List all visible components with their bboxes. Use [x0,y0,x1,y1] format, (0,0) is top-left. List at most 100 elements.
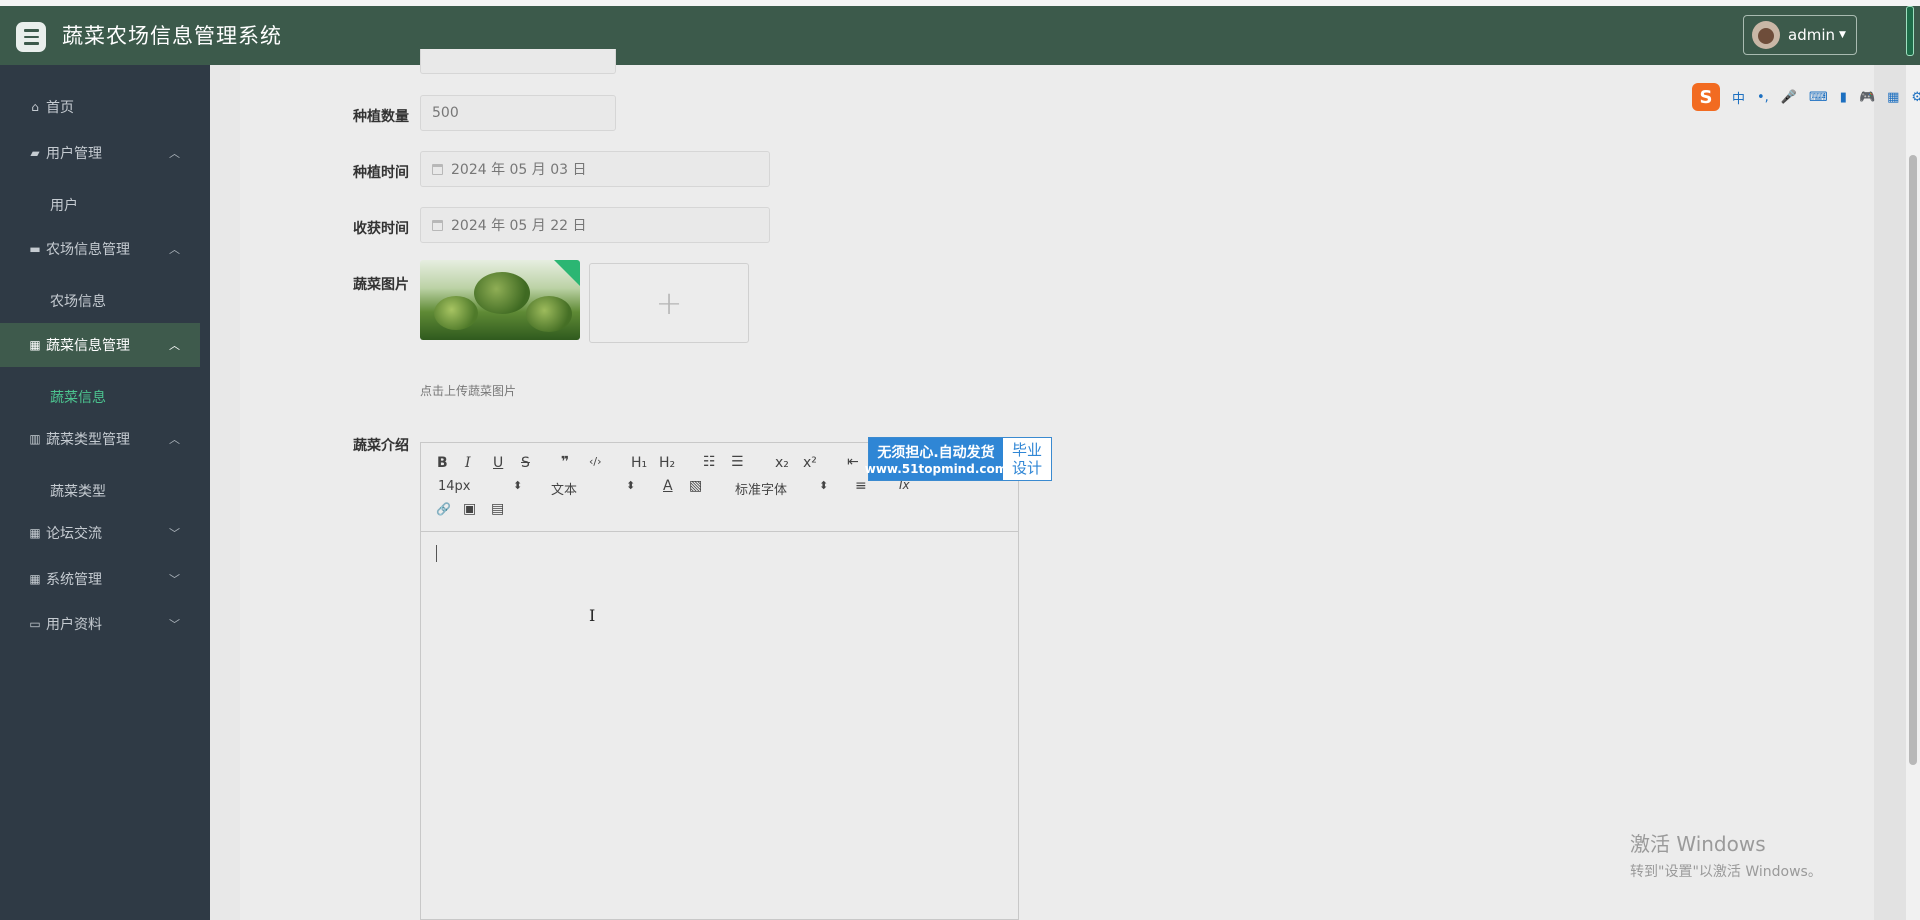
avatar [1752,21,1780,49]
sidebar-item-user-management[interactable]: ▰ 用户管理 ︿ [0,131,200,175]
watermark-line1: 激活 Windows [1630,832,1766,856]
sidebar-item-system-management[interactable]: ▦ 系统管理 ﹀ [0,557,200,601]
calendar-icon [432,163,443,175]
ordered-list-button[interactable]: ☷ [703,454,716,470]
select-arrow-icon: ⬍ [819,479,829,492]
planting-time-label: 种植时间 [353,165,409,181]
grid-icon: ▦ [29,338,41,352]
superscript-button[interactable]: x² [803,455,817,471]
code-block-button[interactable]: ‹/› [589,455,602,468]
link-button[interactable]: 🔗 [436,502,451,516]
sidebar-item-vegetable-management[interactable]: ▦ 蔬菜信息管理 ︿ [0,323,200,367]
sidebar-item-forum[interactable]: ▦ 论坛交流 ﹀ [0,511,200,555]
outdent-button[interactable]: ⇤ [847,454,859,470]
sogou-logo-icon[interactable]: S [1692,83,1720,111]
sidebar-subitem-users[interactable]: 用户 [50,195,78,215]
sidebar-item-label: 首页 [46,100,74,116]
ad-line1: 无须担心.自动发货 [877,445,995,461]
sidebar-subitem-vegetable-info[interactable]: 蔬菜信息 [50,387,106,407]
image-upload-button[interactable]: + [589,263,749,343]
harvest-time-label: 收获时间 [353,221,409,237]
strike-button[interactable]: S [521,455,530,471]
sidebar: ⌂ 首页 ▰ 用户管理 ︿ 用户 ▬ 农场信息管理 ︿ 农场信息 ▦ 蔬菜信息管… [0,65,210,920]
font-family-select[interactable]: 标准字体 [735,479,787,498]
chevron-up-icon: ︿ [169,339,180,352]
sidebar-item-farm-management[interactable]: ▬ 农场信息管理 ︿ [0,227,200,271]
chevron-up-icon: ︿ [169,147,180,160]
select-arrow-icon: ⬍ [513,479,523,492]
font-size-select[interactable]: 14px [438,479,471,494]
ime-skin-icon[interactable]: ▮ [1840,90,1847,105]
ibeam-cursor-icon: I [589,606,596,625]
font-color-button[interactable]: A [663,478,673,494]
ime-chinese-mode-icon[interactable]: 中 [1732,88,1745,107]
vegetable-image-thumbnail[interactable] [420,260,580,340]
select-arrow-icon: ⬍ [626,479,636,492]
sidebar-subitem-farm-info[interactable]: 农场信息 [50,291,106,311]
ad-main: 无须担心.自动发货 www.51topmind.com [865,438,1007,480]
app-title: 蔬菜农场信息管理系统 [62,24,282,48]
book-icon: ▥ [29,432,41,446]
sidebar-subitem-vegetable-type[interactable]: 蔬菜类型 [50,481,106,501]
sidebar-item-label: 蔬菜信息管理 [46,338,130,354]
ime-settings-icon[interactable]: ⚙ [1911,90,1920,105]
watermark-line2: 转到"设置"以激活 Windows。 [1630,864,1822,880]
right-gutter [1874,65,1906,920]
menu-toggle-button[interactable] [16,22,46,52]
user-menu-button[interactable]: admin ▼ [1743,15,1857,55]
text-style-select[interactable]: 文本 [551,479,577,498]
underline-button[interactable]: U [493,455,503,471]
align-button[interactable]: ≡ [855,478,867,494]
ad-side-line2: 设计 [1011,459,1042,477]
sidebar-item-label: 用户管理 [46,146,102,162]
sidebar-item-vegetable-type-management[interactable]: ▥ 蔬菜类型管理 ︿ [0,417,200,461]
sidebar-item-label: 蔬菜类型管理 [46,432,130,448]
home-icon: ⌂ [31,100,39,114]
sidebar-item-home[interactable]: ⌂ 首页 [0,85,200,129]
ime-apps-icon[interactable]: ▦ [1887,90,1899,105]
ime-punctuation-icon[interactable]: •, [1757,90,1769,105]
grid-icon: ▦ [29,526,41,540]
id-card-icon: ▭ [29,617,41,631]
calendar-icon [432,219,443,231]
caret-down-icon: ▼ [1839,30,1846,40]
italic-button[interactable]: I [465,455,471,471]
chevron-up-icon: ︿ [169,243,180,256]
sidebar-item-label: 系统管理 [46,572,102,588]
broccoli-shape [434,296,478,330]
heading1-button[interactable]: H₁ [631,455,647,471]
bold-button[interactable]: B [437,455,448,471]
sidebar-item-label: 农场信息管理 [46,242,130,258]
scrollbar-thumb[interactable] [1909,155,1917,765]
username: admin [1788,26,1835,44]
chevron-down-icon: ﹀ [169,573,180,586]
planting-time-input[interactable]: 2024 年 05 月 03 日 [420,151,770,187]
ad-line2: www.51topmind.com [864,462,1008,476]
harvest-time-input[interactable]: 2024 年 05 月 22 日 [420,207,770,243]
ime-voice-icon[interactable]: 🎤 [1781,90,1797,105]
user-group-icon: ▰ [30,146,40,160]
video-button[interactable]: ▤ [491,501,504,517]
sidebar-item-user-profile[interactable]: ▭ 用户资料 ﹀ [0,602,200,646]
ad-side: 毕业 设计 [1003,438,1051,480]
bullet-list-button[interactable]: ☰ [731,454,744,470]
planting-quantity-input[interactable]: 500 [420,95,616,131]
page-scrollbar[interactable] [1906,65,1920,920]
previous-field-input[interactable] [420,49,616,74]
farm-icon: ▬ [29,242,41,256]
heading2-button[interactable]: H₂ [659,455,675,471]
chevron-up-icon: ︿ [169,433,180,446]
vegetable-image-label: 蔬菜图片 [353,277,409,293]
chevron-down-icon: ﹀ [169,618,180,631]
planting-time-value: 2024 年 05 月 03 日 [451,162,587,178]
background-color-button[interactable]: ▧ [689,478,702,494]
chevron-down-icon: ﹀ [169,527,180,540]
window-edge-indicator [1906,6,1914,56]
harvest-time-value: 2024 年 05 月 22 日 [451,218,587,234]
ime-keyboard-icon[interactable]: ⌨ [1809,90,1828,105]
subscript-button[interactable]: x₂ [775,455,789,471]
image-button[interactable]: ▣ [463,501,476,517]
ime-game-icon[interactable]: 🎮 [1859,90,1875,105]
blockquote-button[interactable]: ❞ [561,454,569,470]
overlay-ad-banner[interactable]: 无须担心.自动发货 www.51topmind.com 毕业 设计 [865,437,1052,481]
